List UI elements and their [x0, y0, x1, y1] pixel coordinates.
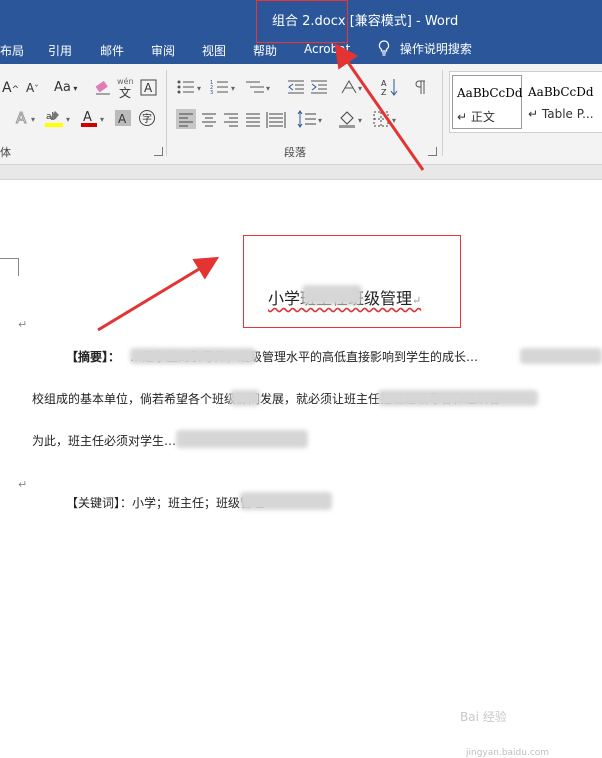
highlight-color-icon[interactable]: ab▾ [44, 108, 74, 132]
style-normal[interactable]: AaBbCcDd ↵ 正文 [452, 75, 523, 129]
svg-text:▾: ▾ [66, 115, 70, 124]
tab-references[interactable]: 引用 [48, 42, 72, 59]
blurred-text [176, 430, 308, 448]
distributed-icon[interactable] [266, 109, 286, 133]
blurred-text [378, 390, 538, 406]
svg-text:▾: ▾ [231, 84, 235, 93]
svg-text:▾: ▾ [31, 115, 35, 124]
shading-icon[interactable]: ▾ [338, 109, 366, 133]
styles-gallery: AaBbCcDd ↵ 正文 AaBbCcDd ↵ Table P... [449, 71, 602, 133]
svg-text:字: 字 [142, 112, 152, 125]
group-separator [166, 70, 167, 156]
borders-icon[interactable]: ▾ [372, 109, 402, 133]
svg-text:▾: ▾ [266, 84, 270, 93]
character-shading-icon[interactable]: A [115, 110, 131, 130]
margin-corner-mark [0, 258, 18, 259]
style-table-name: ↵ Table P... [528, 107, 594, 121]
blurred-text [230, 390, 260, 406]
style-normal-preview: AaBbCcDd [457, 86, 523, 100]
tab-view[interactable]: 视图 [202, 42, 226, 59]
tell-me-label: 操作说明搜索 [399, 42, 472, 56]
show-paragraph-marks-icon[interactable] [414, 79, 428, 99]
svg-text:▾: ▾ [318, 116, 322, 125]
numbering-icon[interactable]: 1 2 3 ▾ [210, 78, 238, 100]
svg-text:A: A [118, 112, 127, 126]
line-spacing-icon[interactable]: ▾ [296, 109, 326, 133]
abstract-line-3: 为此，班主任必须对学生… [32, 434, 177, 448]
font-color-icon[interactable]: A ▾ [80, 108, 108, 132]
tell-me-search[interactable]: 操作说明搜索 [378, 40, 472, 57]
tab-layout[interactable]: 布局 [0, 42, 24, 59]
svg-text:A: A [16, 110, 27, 126]
style-table-paragraph[interactable]: AaBbCcDd ↵ Table P... [524, 75, 594, 127]
paragraph-group-label: 段落 [284, 146, 306, 159]
group-separator [442, 70, 443, 156]
tab-review[interactable]: 审阅 [151, 42, 175, 59]
style-normal-name: ↵ 正文 [457, 110, 495, 124]
svg-text:▾: ▾ [358, 84, 362, 93]
change-case-button[interactable]: Aa ▾ [54, 80, 77, 97]
ribbon: A^ Aˇ Aa ▾ wén 文 A A▾ ab▾ A▾ A 字 体 ▾ 123… [0, 64, 602, 165]
tab-help[interactable]: 帮助 [253, 42, 277, 59]
decrease-indent-icon[interactable] [287, 78, 305, 100]
sort-icon[interactable]: AZ [380, 77, 400, 101]
phonetic-guide-char[interactable]: 文 [119, 85, 131, 101]
justify-icon[interactable] [243, 109, 263, 133]
svg-text:▾: ▾ [100, 115, 104, 124]
style-table-label: Table P... [541, 107, 594, 121]
margin-corner-mark [18, 258, 19, 276]
align-left-icon[interactable] [176, 109, 196, 129]
paragraph-mark: ↵ [18, 478, 28, 491]
lightbulb-icon [378, 40, 390, 56]
svg-text:A: A [381, 79, 387, 88]
baidu-watermark-site: jingyan.baidu.com [466, 748, 550, 758]
ruler-area [0, 165, 602, 180]
enclose-characters-icon[interactable]: 字 [138, 109, 156, 131]
svg-text:A: A [144, 81, 153, 95]
svg-text:▾: ▾ [197, 84, 201, 93]
change-case-label: Aa [54, 80, 71, 95]
svg-text:▾: ▾ [392, 116, 396, 125]
bullets-icon[interactable]: ▾ [176, 78, 204, 100]
multilevel-list-icon[interactable]: ▾ [244, 78, 274, 100]
font-group-label: 体 [0, 146, 11, 159]
font-dialog-launcher[interactable] [154, 147, 163, 156]
increase-indent-icon[interactable] [310, 78, 328, 100]
keywords-line: 【关键词】：小学；班主任；班级管理 [66, 496, 265, 510]
paragraph-mark: ↵ [18, 318, 28, 331]
style-normal-label: 正文 [470, 110, 495, 124]
align-right-icon[interactable] [221, 109, 241, 133]
blurred-text [130, 348, 256, 364]
annotation-box-doc-title [243, 235, 461, 328]
align-center-icon[interactable] [199, 109, 219, 133]
svg-text:3: 3 [210, 90, 213, 96]
tab-mailings[interactable]: 邮件 [100, 42, 124, 59]
abstract-label: 【摘要】： [66, 350, 121, 364]
chinese-layout-icon[interactable]: ▾ [340, 78, 366, 100]
baidu-watermark: Bai 经验 [460, 710, 507, 724]
clear-formatting-icon[interactable] [94, 80, 112, 100]
character-border-icon[interactable]: A [140, 79, 158, 101]
text-effects-icon[interactable]: A ▾ [14, 109, 40, 130]
tab-acrobat[interactable]: Acrobat [304, 42, 350, 56]
grow-font-button[interactable]: A^ [2, 80, 19, 98]
blurred-text [240, 492, 332, 510]
shrink-font-button[interactable]: Aˇ [26, 80, 39, 98]
paragraph-dialog-launcher[interactable] [428, 147, 437, 156]
style-table-preview: AaBbCcDd [528, 85, 594, 99]
svg-text:A: A [83, 110, 92, 125]
svg-text:▾: ▾ [358, 116, 362, 125]
blurred-text [520, 348, 602, 364]
annotation-box-title [256, 0, 348, 43]
svg-text:Z: Z [381, 88, 387, 97]
